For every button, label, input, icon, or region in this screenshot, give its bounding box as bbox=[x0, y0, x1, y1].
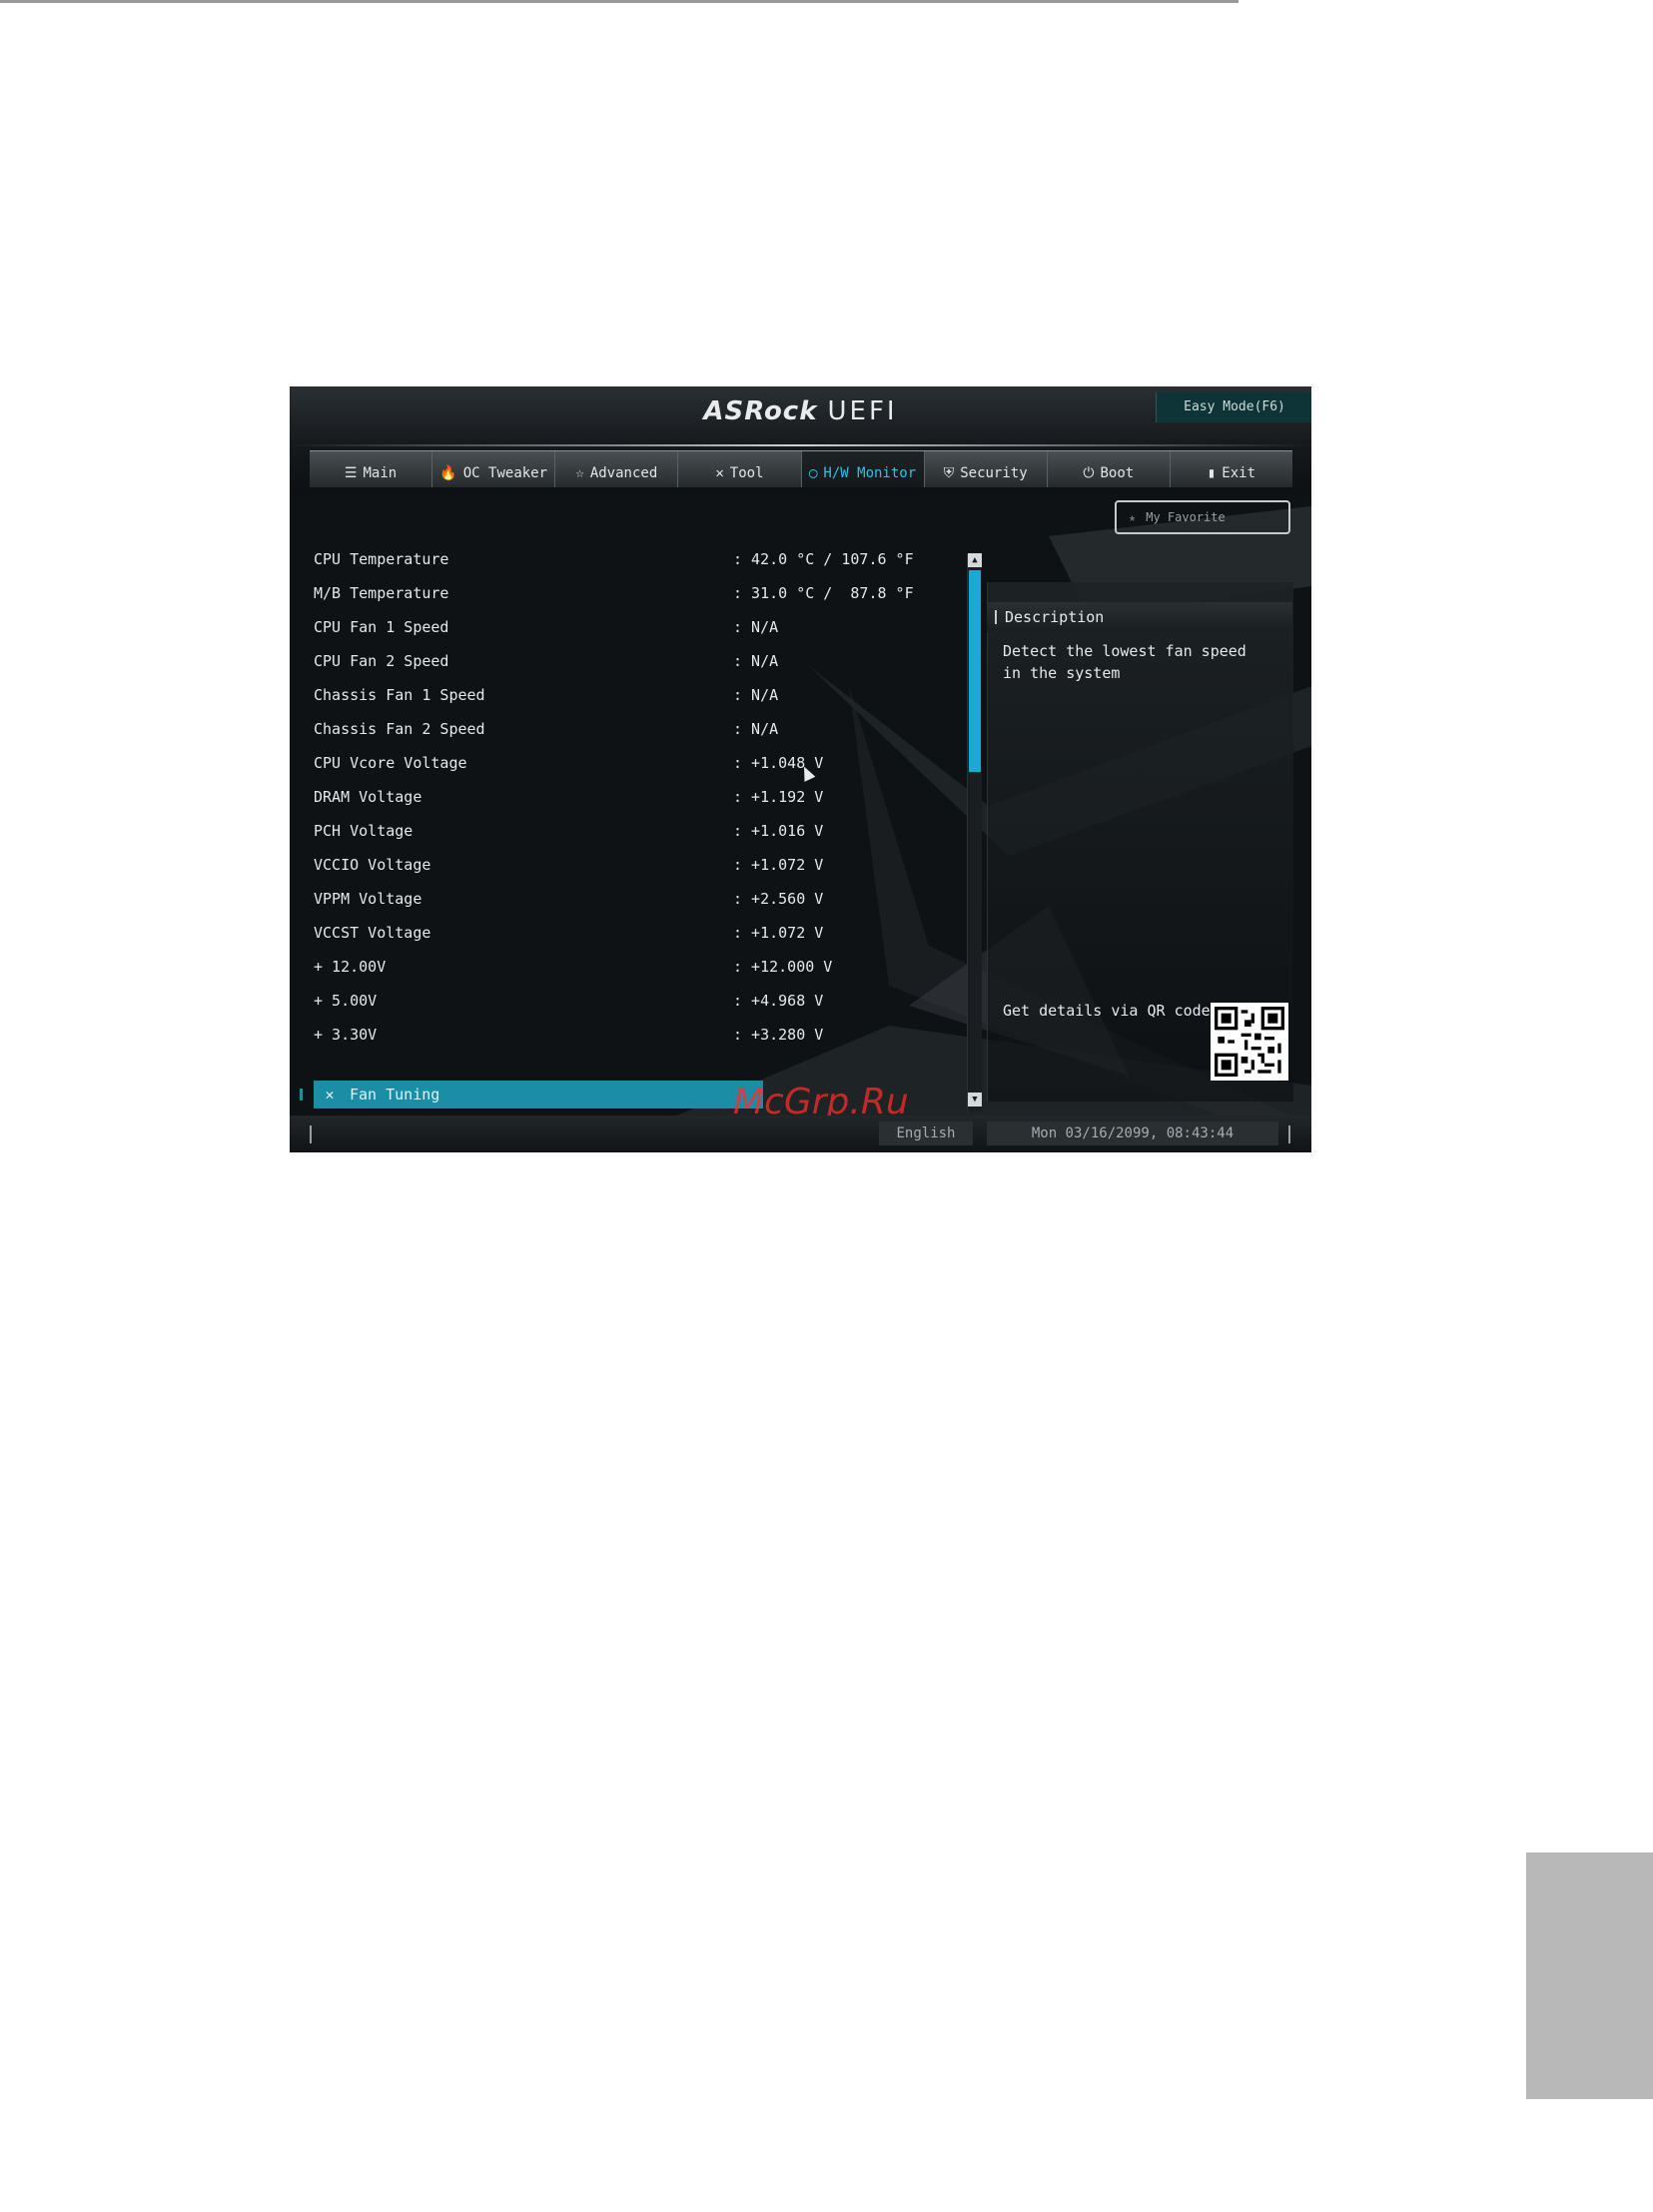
reading-label: PCH Voltage bbox=[314, 822, 413, 840]
footer-right-marker bbox=[1288, 1125, 1290, 1143]
power-icon: ⏻ bbox=[1083, 465, 1095, 481]
tab-h-w-monitor[interactable]: ◯ H/W Monitor bbox=[801, 451, 925, 487]
scroll-up-arrow-icon[interactable]: ▲ bbox=[968, 553, 982, 567]
reading-label: + 3.30V bbox=[314, 1026, 378, 1044]
reading-label: VPPM Voltage bbox=[314, 890, 422, 908]
my-favorite-label: My Favorite bbox=[1146, 510, 1226, 524]
tools-icon: ✕ bbox=[715, 465, 724, 481]
reading-value: : N/A bbox=[733, 652, 779, 670]
reading-label: + 5.00V bbox=[314, 992, 378, 1010]
page-top-rule bbox=[0, 0, 1239, 3]
reading-value: : N/A bbox=[733, 618, 779, 636]
header-divider bbox=[290, 444, 1311, 446]
reading-value: : N/A bbox=[733, 720, 779, 738]
reading-value: : +12.000 V bbox=[733, 958, 833, 976]
footer-left-marker bbox=[310, 1125, 312, 1143]
reading-value: : +1.072 V bbox=[733, 924, 824, 942]
reading-row: M/B Temperature : 31.0 °C / 87.8 °F bbox=[314, 584, 953, 618]
date-time-display: Mon 03/16/2099, 08:43:44 bbox=[987, 1121, 1278, 1145]
reading-row: VCCIO Voltage : +1.072 V bbox=[314, 856, 953, 890]
reading-value: : +1.192 V bbox=[733, 788, 824, 806]
page-side-tab bbox=[1526, 1852, 1653, 2099]
uefi-header: ASRock UEFI Easy Mode(F6) ☰ Main 🔥 OC Tweake… bbox=[290, 386, 1311, 494]
tab-label: H/W Monitor bbox=[823, 465, 917, 481]
reading-row: CPU Vcore Voltage: +1.048 V bbox=[314, 754, 953, 788]
tab-label: Boot bbox=[1100, 465, 1135, 481]
reading-value: : +1.072 V bbox=[733, 856, 824, 874]
fan-tuning-label: Fan Tuning bbox=[350, 1086, 440, 1104]
reading-label: M/B Temperature bbox=[314, 584, 449, 602]
description-bar-icon bbox=[995, 610, 997, 624]
logo-brand: ASRock bbox=[703, 396, 818, 426]
tab-label: OC Tweaker bbox=[462, 465, 548, 481]
reading-value: : +2.560 V bbox=[733, 890, 824, 908]
tab-label: Tool bbox=[729, 465, 764, 481]
selection-marker bbox=[300, 1089, 303, 1101]
tab-oc-tweaker[interactable]: 🔥 OC Tweaker bbox=[432, 451, 556, 487]
tab-exit[interactable]: ▮ Exit bbox=[1171, 451, 1292, 487]
reading-label: VCCIO Voltage bbox=[314, 856, 431, 874]
description-title: Description bbox=[1005, 608, 1105, 626]
tab-tool[interactable]: ✕ Tool bbox=[678, 451, 802, 487]
tab-label: Security bbox=[960, 465, 1028, 481]
tab-main[interactable]: ☰ Main bbox=[310, 451, 433, 487]
qr-code-label: Get details via QR code bbox=[1003, 1002, 1211, 1020]
qr-code bbox=[1211, 1003, 1288, 1081]
wrench-icon: ✕ bbox=[325, 1086, 335, 1104]
fan-tuning-item[interactable]: ✕ Fan Tuning bbox=[314, 1081, 763, 1108]
reading-label: CPU Vcore Voltage bbox=[314, 754, 467, 772]
list-icon: ☰ bbox=[344, 465, 358, 481]
reading-row: VPPM Voltage : +2.560 V bbox=[314, 890, 953, 924]
reading-label: DRAM Voltage bbox=[314, 788, 422, 806]
description-header: Description bbox=[987, 602, 1292, 632]
reading-value: : N/A bbox=[733, 686, 779, 704]
qr-code-image bbox=[1215, 1007, 1284, 1077]
reading-label: CPU Fan 1 Speed bbox=[314, 618, 449, 636]
rocket-icon: 🔥 bbox=[439, 465, 457, 481]
scrollbar-thumb[interactable] bbox=[969, 570, 981, 772]
tab-label: Advanced bbox=[589, 465, 658, 481]
reading-label: Chassis Fan 2 Speed bbox=[314, 720, 485, 738]
reading-row: CPU Fan 2 Speed : N/A bbox=[314, 652, 953, 686]
reading-label: + 12.00V bbox=[314, 958, 387, 976]
monitor-icon: ◯ bbox=[808, 465, 818, 481]
reading-row: DRAM Voltage : +1.192 V bbox=[314, 788, 953, 822]
scroll-down-arrow-icon[interactable]: ▼ bbox=[968, 1093, 982, 1106]
uefi-screen: ASRock UEFI Easy Mode(F6) ☰ Main 🔥 OC Tweake… bbox=[290, 386, 1311, 1152]
tab-security[interactable]: ⛨ Security bbox=[925, 451, 1048, 487]
reading-value: : 42.0 °C / 107.6 °F bbox=[733, 550, 914, 568]
reading-value: : 31.0 °C / 87.8 °F bbox=[733, 584, 914, 602]
reading-label: Chassis Fan 1 Speed bbox=[314, 686, 485, 704]
logo-product: UEFI bbox=[827, 396, 898, 426]
star-icon: ☆ bbox=[575, 465, 584, 481]
reading-label: CPU Temperature bbox=[314, 550, 449, 568]
my-favorite-button[interactable]: ★ My Favorite bbox=[1115, 500, 1290, 534]
easy-mode-button[interactable]: Easy Mode(F6) bbox=[1156, 392, 1311, 422]
exit-icon: ▮ bbox=[1207, 465, 1217, 481]
reading-row: CPU Fan 1 Speed : N/A bbox=[314, 618, 953, 652]
reading-row: PCH Voltage : +1.016 V bbox=[314, 822, 953, 856]
reading-row: + 3.30V : +3.280 V bbox=[314, 1026, 953, 1060]
reading-label: CPU Fan 2 Speed bbox=[314, 652, 449, 670]
hardware-readings-list: CPU Temperature : 42.0 °C / 107.6 °F M/B T… bbox=[314, 550, 953, 1060]
reading-label: VCCST Voltage bbox=[314, 924, 431, 942]
reading-row: VCCST Voltage : +1.072 V bbox=[314, 924, 953, 958]
reading-row: + 12.00V : +12.000 V bbox=[314, 958, 953, 992]
tab-label: Main bbox=[363, 465, 398, 481]
main-tab-bar: ☰ Main 🔥 OC Tweaker ☆ Advanced ✕ Tool ◯ H/W Monit… bbox=[310, 450, 1292, 487]
reading-value: : +4.968 V bbox=[733, 992, 824, 1010]
tab-advanced[interactable]: ☆ Advanced bbox=[555, 451, 679, 487]
tab-boot[interactable]: ⏻ Boot bbox=[1048, 451, 1171, 487]
star-icon: ★ bbox=[1129, 510, 1137, 524]
reading-row: Chassis Fan 1 Speed : N/A bbox=[314, 686, 953, 720]
tab-label: Exit bbox=[1222, 465, 1256, 481]
description-text: Detect the lowest fan speed in the syste… bbox=[1003, 642, 1246, 682]
reading-row: Chassis Fan 2 Speed : N/A bbox=[314, 720, 953, 754]
shield-icon: ⛨ bbox=[943, 465, 955, 481]
language-selector[interactable]: English bbox=[879, 1121, 973, 1145]
reading-row: CPU Temperature : 42.0 °C / 107.6 °F bbox=[314, 550, 953, 584]
reading-row: + 5.00V : +4.968 V bbox=[314, 992, 953, 1026]
reading-value: : +1.016 V bbox=[733, 822, 824, 840]
reading-value: : +3.280 V bbox=[733, 1026, 824, 1044]
